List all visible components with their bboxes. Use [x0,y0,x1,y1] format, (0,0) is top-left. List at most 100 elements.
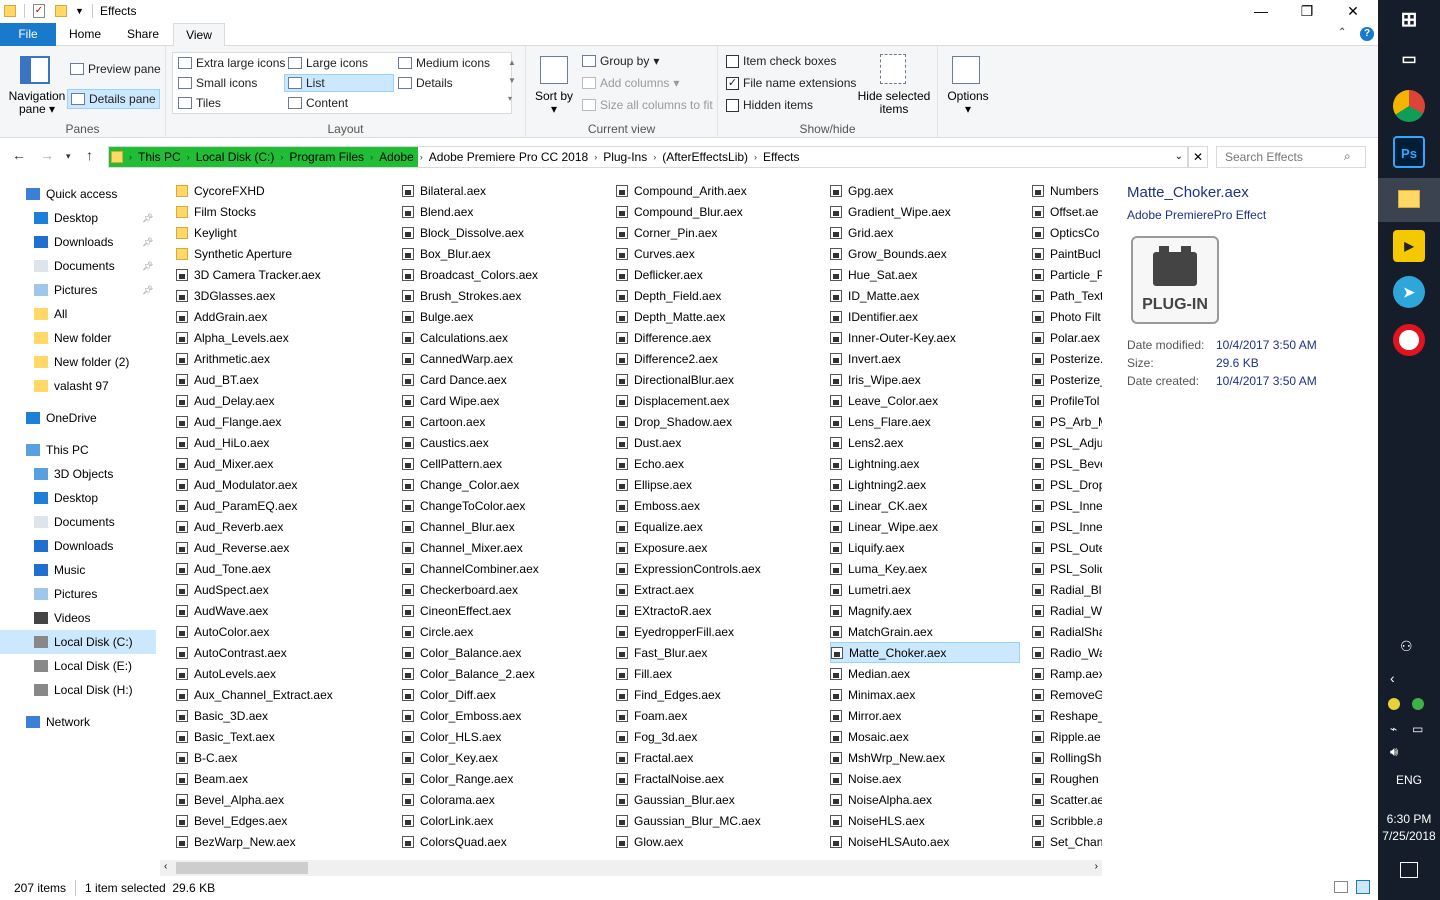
file-item[interactable]: AddGrain.aex [176,306,386,327]
file-item[interactable]: Radial_W [1032,600,1102,621]
nav-item[interactable]: Pictures 📌︎ [0,278,156,302]
details-view-toggle-icon[interactable] [1334,881,1348,893]
file-item[interactable]: Foam.aex [616,705,816,726]
file-item[interactable]: Glow.aex [616,831,816,852]
file-item[interactable]: Gaussian_Blur.aex [616,789,816,810]
file-item[interactable]: Aud_Flange.aex [176,411,386,432]
file-item[interactable]: Grid.aex [830,222,1020,243]
small-icons-option[interactable]: Small icons [178,76,257,90]
file-item[interactable]: Aud_BT.aex [176,369,386,390]
file-item[interactable]: Block_Dissolve.aex [402,222,602,243]
folder-item[interactable]: Synthetic Aperture [176,243,386,264]
minimize-button[interactable]: — [1238,0,1284,22]
kmplayer-icon[interactable]: ▶ [1393,230,1425,262]
file-item[interactable]: Equalize.aex [616,516,816,537]
nav-item[interactable]: 3D Objects [0,462,156,486]
file-item[interactable]: Bevel_Alpha.aex [176,789,386,810]
file-item[interactable]: Difference2.aex [616,348,816,369]
collapse-ribbon-icon[interactable]: ⌃ [1338,27,1346,38]
file-item[interactable]: Gaussian_Blur_MC.aex [616,810,816,831]
preview-pane-button[interactable]: Preview pane [70,62,161,76]
file-item[interactable]: Median.aex [830,663,1020,684]
file-item[interactable]: Fill.aex [616,663,816,684]
file-item[interactable]: Depth_Field.aex [616,285,816,306]
crumb-this-pc[interactable]: This PC [134,150,185,164]
file-item[interactable]: Aux_Channel_Extract.aex [176,684,386,705]
file-item[interactable]: Offset.ae [1032,201,1102,222]
back-arrow-icon[interactable]: ← [12,147,26,163]
file-item[interactable]: Linear_Wipe.aex [830,516,1020,537]
maximize-button[interactable]: ❐ [1284,0,1330,22]
new-folder-icon[interactable] [55,5,67,17]
details-option[interactable]: Details [398,76,453,90]
file-item[interactable]: Bilateral.aex [402,180,602,201]
options-button[interactable]: Options ▾ [942,90,994,116]
crumb-program-files[interactable]: Program Files [285,150,368,164]
tray-network-app-icon[interactable] [1412,698,1424,710]
task-view-icon[interactable]: ▭ [1393,44,1425,76]
address-breadcrumb[interactable]: › This PC › Local Disk (C:) › Program File… [108,146,1188,168]
file-item[interactable]: RemoveG [1032,684,1102,705]
file-item[interactable]: Broadcast_Colors.aex [402,264,602,285]
file-item[interactable]: Aud_Reverb.aex [176,516,386,537]
tab-home[interactable]: Home [58,23,112,46]
file-item[interactable]: Blend.aex [402,201,602,222]
file-item[interactable]: Liquify.aex [830,537,1020,558]
file-item[interactable]: ChannelCombiner.aex [402,558,602,579]
file-item[interactable]: PSL_Beve [1032,453,1102,474]
nav-item[interactable]: OneDrive [0,406,156,430]
folder-item[interactable]: Keylight [176,222,386,243]
extra-large-icons-option[interactable]: Extra large icons [178,56,285,70]
file-item[interactable]: PSL_Inner [1032,516,1102,537]
file-item[interactable]: Displacement.aex [616,390,816,411]
file-explorer-taskbar-active[interactable] [1378,178,1440,222]
file-item[interactable]: PS_Arb_M [1032,411,1102,432]
file-item[interactable]: ColorLink.aex [402,810,602,831]
medium-icons-option[interactable]: Medium icons [398,56,490,70]
file-item[interactable]: Gradient_Wipe.aex [830,201,1020,222]
file-item[interactable]: Luma_Key.aex [830,558,1020,579]
hidden-items-checkbox[interactable]: Hidden items [726,98,813,112]
language-indicator[interactable]: ENG [1378,773,1440,787]
file-item[interactable]: ChangeToColor.aex [402,495,602,516]
file-item[interactable]: PSL_Inner [1032,495,1102,516]
folder-item[interactable]: CycoreFXHD [176,180,386,201]
folder-item[interactable]: Film Stocks [176,201,386,222]
tray-app-icon[interactable] [1388,698,1400,710]
file-item[interactable]: Aud_Reverse.aex [176,537,386,558]
file-item[interactable]: Path_Text [1032,285,1102,306]
file-item[interactable]: Dust.aex [616,432,816,453]
nav-item[interactable]: Desktop [0,486,156,510]
file-item[interactable]: ID_Matte.aex [830,285,1020,306]
nav-item[interactable]: Documents 📌︎ [0,254,156,278]
scrollbar-thumb[interactable] [176,862,308,874]
folder-icon[interactable] [4,5,16,17]
file-item[interactable]: ProfileTol [1032,390,1102,411]
file-item[interactable]: Color_Balance_2.aex [402,663,602,684]
file-item[interactable]: CannedWarp.aex [402,348,602,369]
file-item[interactable]: Aud_Mixer.aex [176,453,386,474]
file-item[interactable]: AutoColor.aex [176,621,386,642]
nav-item[interactable]: New folder (2) [0,350,156,374]
file-item[interactable]: AudWave.aex [176,600,386,621]
file-item[interactable]: NoiseAlpha.aex [830,789,1020,810]
file-item[interactable]: PSL_Drop [1032,474,1102,495]
file-item[interactable]: Aud_Tone.aex [176,558,386,579]
file-item[interactable]: Box_Blur.aex [402,243,602,264]
file-item[interactable]: Grow_Bounds.aex [830,243,1020,264]
telegram-icon[interactable]: ➤ [1393,276,1425,308]
file-item[interactable]: Color_Key.aex [402,747,602,768]
nav-item[interactable]: Network [0,710,156,734]
clock-time[interactable]: 6:30 PM [1378,812,1440,826]
file-item[interactable]: Aud_Delay.aex [176,390,386,411]
add-columns-button[interactable]: Add columns ▾ [582,76,679,90]
clock-date[interactable]: 7/25/2018 [1378,829,1440,843]
file-item[interactable]: Matte_Choker.aex [830,642,1020,663]
nav-item[interactable]: This PC [0,438,156,462]
file-item[interactable]: AudSpect.aex [176,579,386,600]
file-item[interactable]: Channel_Blur.aex [402,516,602,537]
file-item[interactable]: Fractal.aex [616,747,816,768]
file-item[interactable]: Fast_Blur.aex [616,642,816,663]
action-center-icon[interactable] [1400,862,1418,878]
file-item[interactable]: Checkerboard.aex [402,579,602,600]
